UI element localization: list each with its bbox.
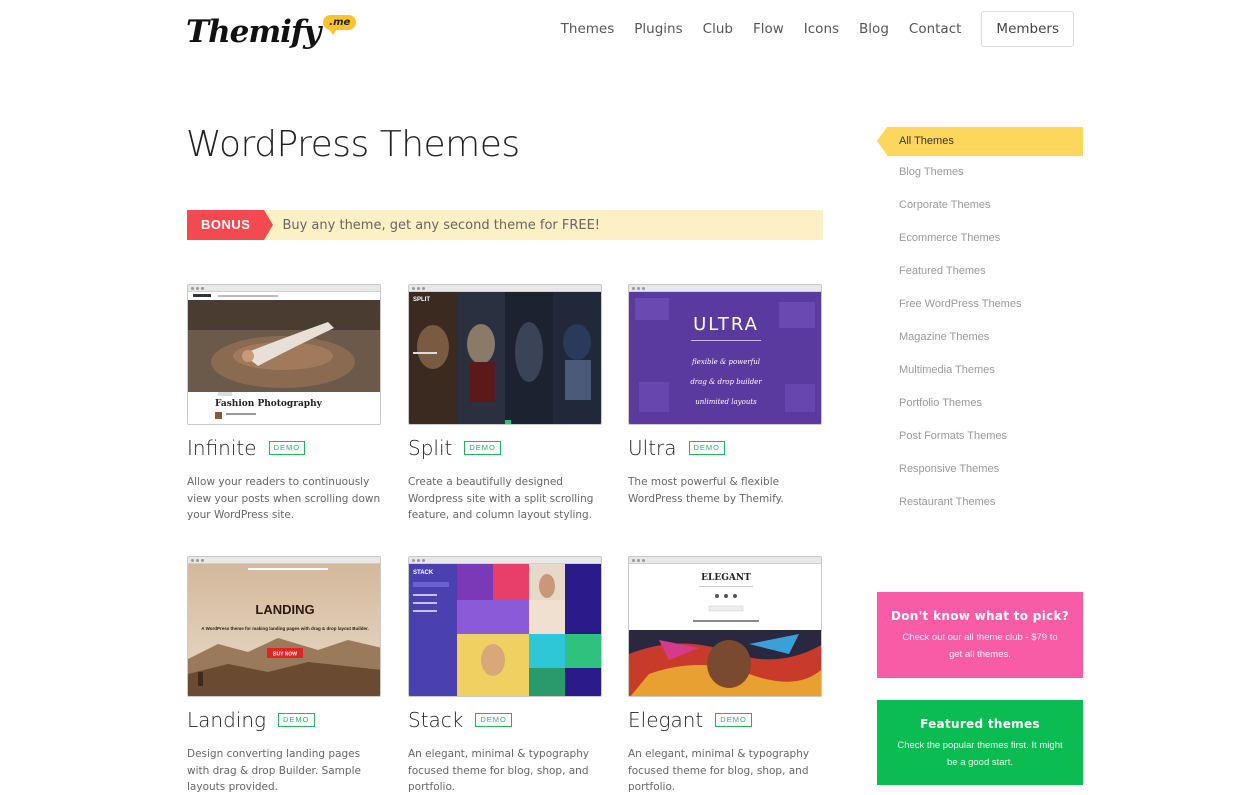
sidebar-item-ecommerce-themes[interactable]: Ecommerce Themes <box>877 222 1083 255</box>
thumb-caption: LANDING <box>255 602 314 617</box>
nav-club[interactable]: Club <box>703 21 733 37</box>
theme-club-promo[interactable]: Don't know what to pick? Check out our a… <box>877 592 1083 678</box>
demo-badge[interactable]: DEMO <box>475 713 512 727</box>
theme-description: An elegant, minimal & typography focused… <box>628 748 810 793</box>
elegant-preview-image: ELEGANT <box>629 564 821 696</box>
thumb-caption: SPLIT <box>413 297 430 303</box>
sidebar-item-featured-themes[interactable]: Featured Themes <box>877 255 1083 288</box>
theme-description: An elegant, minimal & typography focused… <box>408 748 590 793</box>
landing-preview-image: LANDING A WordPress theme for making lan… <box>188 564 380 696</box>
svg-text:flexible & powerful: flexible & powerful <box>691 358 760 366</box>
browser-bar <box>629 557 821 564</box>
theme-thumbnail-infinite[interactable]: Fashion Photography <box>187 284 381 425</box>
theme-card-landing: LANDING A WordPress theme for making lan… <box>187 556 381 795</box>
ultra-preview-image: ULTRA flexible & powerful drag & drop bu… <box>629 292 821 424</box>
theme-card-ultra: ULTRA flexible & powerful drag & drop bu… <box>628 284 822 507</box>
theme-description: The most powerful & flexible WordPress t… <box>628 476 784 505</box>
nav-blog[interactable]: Blog <box>859 21 889 37</box>
theme-category-sidebar: All Themes Blog Themes Corporate Themes … <box>877 127 1083 519</box>
bonus-tag: BONUS <box>187 210 274 240</box>
sidebar-item-portfolio-themes[interactable]: Portfolio Themes <box>877 387 1083 420</box>
demo-badge[interactable]: DEMO <box>715 713 752 727</box>
browser-bar <box>409 557 601 564</box>
theme-card-split: SPLIT Split DEMO Create a beautifully de… <box>408 284 602 524</box>
sidebar-item-free-wordpress-themes[interactable]: Free WordPress Themes <box>877 288 1083 321</box>
svg-text:A WordPress theme for making l: A WordPress theme for making landing pag… <box>201 626 369 631</box>
svg-text:unlimited layouts: unlimited layouts <box>695 398 757 406</box>
bonus-text: Buy any theme, get any second theme for … <box>282 217 601 233</box>
browser-bar <box>629 285 821 292</box>
promo-text: Check the popular themes first. It might… <box>897 740 1063 768</box>
theme-card-stack: STACK Stack DEMO An elegant, minimal & t… <box>408 556 602 795</box>
browser-bar <box>188 557 380 564</box>
sidebar-item-corporate-themes[interactable]: Corporate Themes <box>877 189 1083 222</box>
nav-flow[interactable]: Flow <box>753 21 784 37</box>
demo-badge[interactable]: DEMO <box>688 441 726 455</box>
split-preview-image: SPLIT <box>409 292 601 424</box>
nav-plugins[interactable]: Plugins <box>634 21 682 37</box>
main-nav: Themes Plugins Club Flow Icons Blog Cont… <box>541 10 1074 47</box>
demo-badge[interactable]: DEMO <box>278 713 315 727</box>
nav-themes[interactable]: Themes <box>561 21 615 37</box>
sidebar-item-post-formats-themes[interactable]: Post Formats Themes <box>877 420 1083 453</box>
bonus-banner[interactable]: BONUS Buy any theme, get any second them… <box>187 210 823 240</box>
demo-badge[interactable]: DEMO <box>268 441 306 455</box>
thumb-caption: ULTRA <box>693 314 759 335</box>
infinite-preview-image: Fashion Photography <box>188 292 380 424</box>
promo-text: Check out our all theme club - $79 to ge… <box>902 632 1058 660</box>
theme-name[interactable]: Landing <box>187 708 266 732</box>
promo-title: Featured themes <box>920 717 1040 731</box>
logo-text: Themify <box>186 14 321 50</box>
theme-thumbnail-split[interactable]: SPLIT <box>408 284 602 425</box>
members-button[interactable]: Members <box>981 10 1074 47</box>
category-list: Blog Themes Corporate Themes Ecommerce T… <box>877 156 1083 519</box>
featured-themes-promo[interactable]: Featured themes Check the popular themes… <box>877 700 1083 785</box>
svg-text:BUY NOW: BUY NOW <box>273 652 297 658</box>
themify-logo[interactable]: Themify .me <box>186 12 357 52</box>
sidebar-item-restaurant-themes[interactable]: Restaurant Themes <box>877 486 1083 519</box>
theme-thumbnail-stack[interactable]: STACK <box>408 556 602 697</box>
page-title: WordPress Themes <box>186 124 520 165</box>
theme-name[interactable]: Split <box>408 436 452 460</box>
demo-badge[interactable]: DEMO <box>464 441 501 455</box>
theme-name[interactable]: Stack <box>408 708 463 732</box>
sidebar-item-multimedia-themes[interactable]: Multimedia Themes <box>877 354 1083 387</box>
theme-card-elegant: ELEGANT Elegant DEMO An elegant, minimal… <box>628 556 822 795</box>
theme-name[interactable]: Ultra <box>628 436 677 460</box>
sidebar-item-blog-themes[interactable]: Blog Themes <box>877 156 1083 189</box>
sidebar-item-magazine-themes[interactable]: Magazine Themes <box>877 321 1083 354</box>
sidebar-item-all-themes[interactable]: All Themes <box>877 127 1083 156</box>
logo-badge: .me <box>323 15 357 35</box>
theme-thumbnail-ultra[interactable]: ULTRA flexible & powerful drag & drop bu… <box>628 284 822 425</box>
thumb-caption: STACK <box>413 570 434 576</box>
theme-name[interactable]: Infinite <box>187 436 257 460</box>
theme-thumbnail-landing[interactable]: LANDING A WordPress theme for making lan… <box>187 556 381 697</box>
nav-icons[interactable]: Icons <box>804 21 839 37</box>
thumb-caption: ELEGANT <box>701 573 751 583</box>
thumb-caption: Fashion Photography <box>215 399 323 409</box>
svg-text:drag & drop builder: drag & drop builder <box>690 378 762 386</box>
theme-name[interactable]: Elegant <box>628 708 703 732</box>
theme-card-infinite: Fashion Photography Infinite DEMO Allow … <box>187 284 381 524</box>
stack-preview-image: STACK <box>409 564 601 696</box>
sidebar-item-responsive-themes[interactable]: Responsive Themes <box>877 453 1083 486</box>
theme-description: Design converting landing pages with dra… <box>187 748 361 793</box>
theme-description: Allow your readers to continuously view … <box>187 476 381 521</box>
promo-title: Don't know what to pick? <box>890 609 1070 623</box>
theme-description: Create a beautifully designed Wordpress … <box>408 476 594 521</box>
theme-thumbnail-elegant[interactable]: ELEGANT <box>628 556 822 697</box>
nav-contact[interactable]: Contact <box>909 21 962 37</box>
browser-bar <box>188 285 380 292</box>
browser-bar <box>409 285 601 292</box>
